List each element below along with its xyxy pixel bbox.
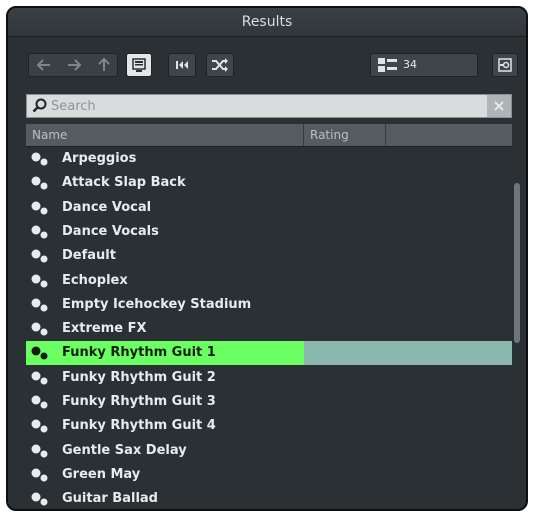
result-count-box: 34 [370, 53, 478, 77]
arrow-right-icon [67, 59, 81, 71]
close-icon [494, 101, 504, 111]
preset-icon [31, 274, 48, 288]
preset-icon [31, 346, 48, 360]
settings-button[interactable] [492, 53, 518, 77]
shuffle-button[interactable] [206, 53, 234, 77]
result-name: Default [62, 248, 116, 263]
result-row[interactable]: Green May [26, 463, 512, 487]
result-name: Empty Icehockey Stadium [62, 297, 252, 312]
forward-button[interactable] [59, 54, 88, 76]
search-icon [32, 98, 47, 113]
column-name[interactable]: Name [26, 124, 304, 146]
search-field [26, 94, 512, 118]
results-window: Results 34 Search Name Rating Arpeggios … [6, 6, 528, 511]
result-name: Green May [62, 467, 141, 482]
result-name: Dance Vocal [62, 200, 152, 215]
shuffle-icon [212, 58, 228, 72]
arrow-left-icon [36, 59, 50, 71]
preset-icon [31, 468, 48, 482]
search-input[interactable] [51, 96, 481, 116]
preset-icon [31, 444, 48, 458]
preset-icon [31, 419, 48, 433]
result-name: Gentle Sax Delay [62, 443, 187, 458]
up-button[interactable] [89, 54, 118, 76]
result-row[interactable]: Arpeggios [26, 147, 512, 171]
result-row[interactable]: Gentle Sax Delay [26, 439, 512, 463]
arrow-up-icon [97, 57, 110, 71]
preset-icon [31, 298, 48, 312]
result-name: Echoplex [62, 273, 128, 288]
results-list: Arpeggios Attack Slap Back Dance Vocal Danc… [26, 147, 512, 507]
result-name: Dance Vocals [62, 224, 159, 239]
result-row[interactable]: Extreme FX [26, 317, 512, 341]
result-name: Arpeggios [62, 151, 137, 166]
result-count: 34 [403, 58, 417, 71]
result-row[interactable]: Dance Vocal [26, 196, 512, 220]
navigation-group [28, 53, 118, 77]
preset-icon [31, 322, 48, 336]
result-row[interactable]: Guitar Ballad [26, 487, 512, 507]
scrollbar-thumb[interactable] [514, 183, 520, 343]
preset-icon [31, 249, 48, 263]
browse-button[interactable] [126, 53, 152, 77]
results-count-icon [378, 58, 397, 72]
back-button[interactable] [29, 54, 58, 76]
result-row[interactable]: Funky Rhythm Guit 4 [26, 414, 512, 438]
preset-icon [31, 152, 48, 166]
window-title: Results [8, 8, 526, 37]
rewind-icon [176, 61, 188, 69]
result-row[interactable]: Dance Vocals [26, 220, 512, 244]
column-header: Name Rating [26, 124, 512, 147]
settings-panel-icon [498, 58, 512, 72]
clear-search-button[interactable] [487, 95, 511, 117]
result-name: Funky Rhythm Guit 4 [62, 418, 216, 433]
result-name: Attack Slap Back [62, 175, 186, 190]
scrollbar[interactable] [514, 147, 520, 507]
preset-icon [31, 492, 48, 506]
preset-icon [31, 225, 48, 239]
toolbar: 34 [8, 37, 526, 91]
rewind-button[interactable] [168, 53, 196, 77]
result-row[interactable]: Attack Slap Back [26, 171, 512, 195]
result-name: Extreme FX [62, 321, 147, 336]
result-row[interactable]: Funky Rhythm Guit 2 [26, 366, 512, 390]
preset-icon [31, 176, 48, 190]
result-name: Funky Rhythm Guit 3 [62, 394, 216, 409]
result-row-selected[interactable]: Funky Rhythm Guit 1 [26, 341, 512, 365]
selection-highlight-rest [304, 341, 512, 365]
preset-icon [31, 371, 48, 385]
result-row[interactable]: Echoplex [26, 269, 512, 293]
result-name: Funky Rhythm Guit 1 [62, 345, 216, 360]
column-extra[interactable] [386, 124, 512, 146]
column-rating[interactable]: Rating [304, 124, 386, 146]
result-row[interactable]: Default [26, 244, 512, 268]
result-name: Funky Rhythm Guit 2 [62, 370, 216, 385]
result-row[interactable]: Funky Rhythm Guit 3 [26, 390, 512, 414]
browse-icon [132, 58, 146, 72]
result-row[interactable]: Empty Icehockey Stadium [26, 293, 512, 317]
result-name: Guitar Ballad [62, 491, 158, 506]
preset-icon [31, 395, 48, 409]
preset-icon [31, 201, 48, 215]
